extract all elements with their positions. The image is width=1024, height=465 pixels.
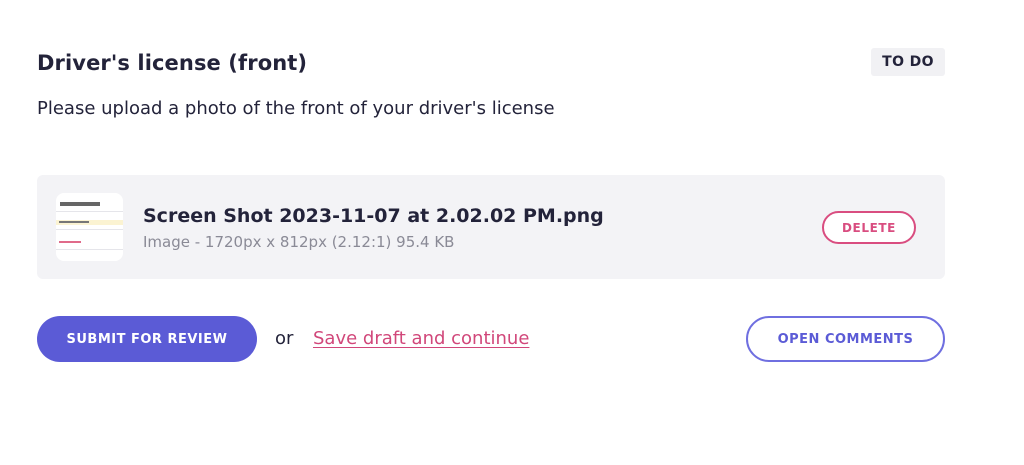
open-comments-button[interactable]: OPEN COMMENTS <box>746 316 945 362</box>
delete-button[interactable]: DELETE <box>822 211 916 244</box>
save-draft-link[interactable]: Save draft and continue <box>313 328 529 349</box>
file-name: Screen Shot 2023-11-07 at 2.02.02 PM.png <box>143 205 604 227</box>
file-meta: Image - 1720px x 812px (2.12:1) 95.4 KB <box>143 233 455 251</box>
document-upload-card: Driver's license (front) TO DO Please up… <box>37 0 945 465</box>
card-title: Driver's license (front) <box>37 51 308 75</box>
card-description: Please upload a photo of the front of yo… <box>37 98 555 119</box>
image-thumbnail-icon[interactable] <box>56 193 123 261</box>
or-separator: or <box>275 328 294 349</box>
uploaded-file-item: Screen Shot 2023-11-07 at 2.02.02 PM.png… <box>37 175 945 279</box>
submit-for-review-button[interactable]: SUBMIT FOR REVIEW <box>37 316 257 362</box>
action-bar: SUBMIT FOR REVIEW or Save draft and cont… <box>37 316 945 362</box>
card-header: Driver's license (front) TO DO <box>37 48 945 80</box>
status-badge: TO DO <box>871 48 945 76</box>
